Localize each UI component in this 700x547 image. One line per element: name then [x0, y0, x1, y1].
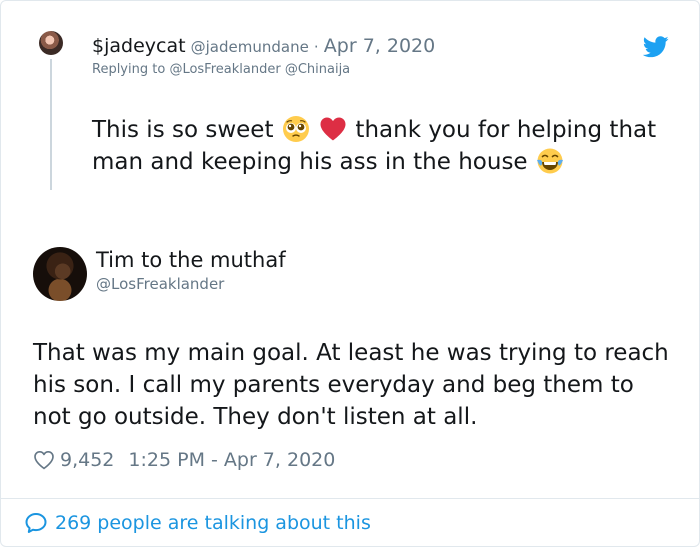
reply-author-avatar[interactable] [39, 31, 63, 55]
pleading-face-emoji-icon [282, 116, 309, 142]
reply-author-handle[interactable]: @jademundane [191, 38, 309, 56]
main-author-handle[interactable]: @LosFreaklander [96, 275, 224, 293]
main-author-name[interactable]: Tim to the muthaf [96, 248, 286, 272]
thread-connector-line [50, 59, 52, 190]
main-author-avatar[interactable] [33, 247, 87, 301]
replying-to-user-2[interactable]: @Chinaija [285, 62, 350, 77]
red-heart-emoji-icon [320, 117, 346, 141]
reply-tweet-text: This is so sweet thank you for helping t… [92, 114, 662, 178]
tweet-meta-row: 9,452 1:25 PM - Apr 7, 2020 [33, 448, 335, 472]
replying-to-user-1[interactable]: @LosFreaklander [169, 62, 280, 77]
heart-icon[interactable] [33, 449, 55, 471]
like-count[interactable]: 9,452 [60, 449, 114, 471]
embedded-tweet-card: $jadeycat @jademundane · Apr 7, 2020 Rep… [0, 0, 700, 547]
conversation-link[interactable]: 269 people are talking about this [24, 509, 371, 537]
header-separator: · [313, 38, 319, 56]
speech-bubble-icon [25, 513, 47, 533]
reply-author-name[interactable]: $jadeycat [92, 35, 186, 57]
tears-of-joy-emoji-icon [536, 148, 563, 174]
reply-tweet-date[interactable]: Apr 7, 2020 [324, 35, 435, 57]
footer-divider [1, 498, 699, 499]
twitter-bird-icon[interactable] [643, 36, 669, 58]
reply-tweet-header: $jadeycat @jademundane · Apr 7, 2020 [92, 35, 435, 57]
replying-to-label: Replying to [92, 62, 166, 77]
tweet-timestamp[interactable]: 1:25 PM - Apr 7, 2020 [128, 449, 335, 471]
main-tweet-text: That was my main goal. At least he was t… [33, 340, 669, 430]
replying-to-line: Replying to @LosFreaklander @Chinaija [92, 62, 350, 77]
talking-count-text[interactable]: 269 people are talking about this [55, 512, 371, 534]
reply-text-part-1: This is so sweet [92, 117, 274, 143]
